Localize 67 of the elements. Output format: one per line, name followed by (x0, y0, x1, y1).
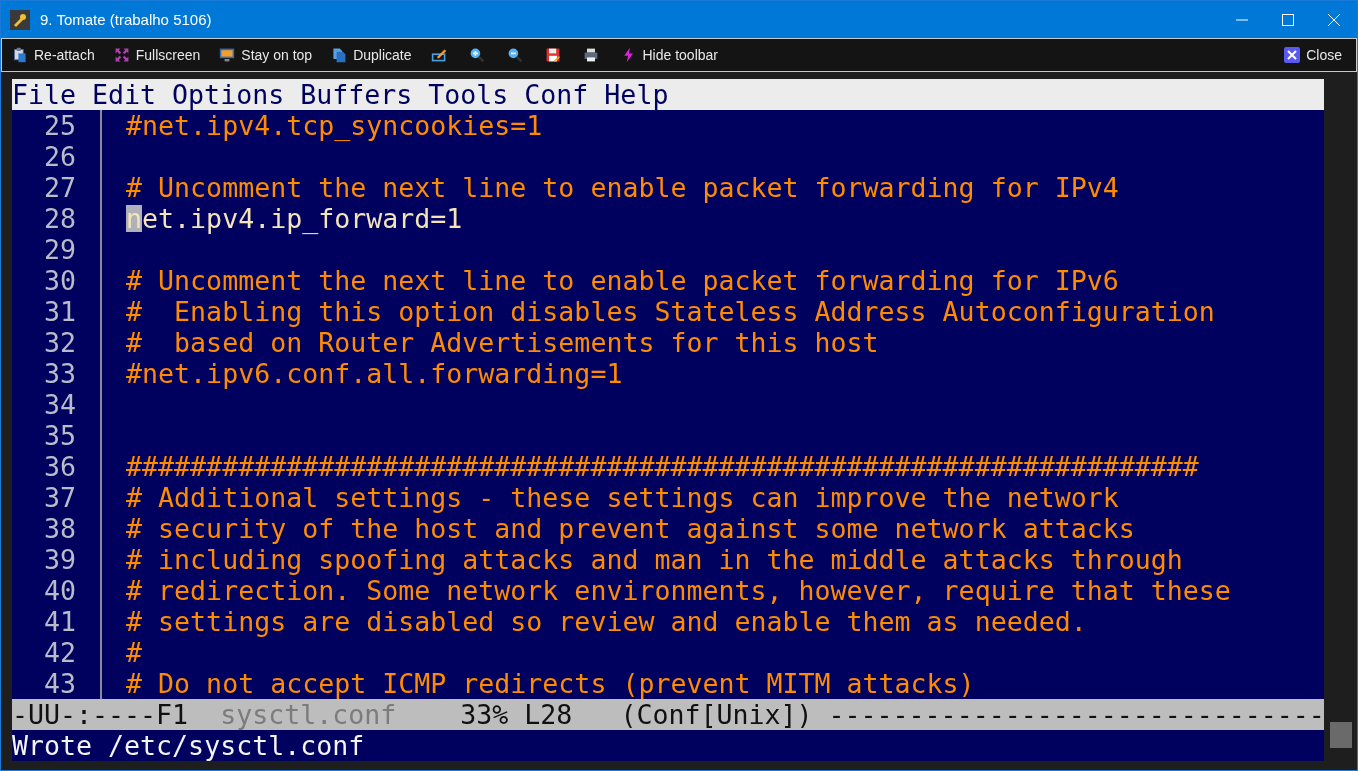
clipboard-icon (12, 46, 28, 64)
line-number: 25 (43, 110, 77, 141)
line-number: 35 (43, 420, 77, 451)
line-number: 34 (43, 389, 77, 420)
zoom-in-icon[interactable] (468, 46, 485, 64)
line-number: 42 (43, 637, 77, 668)
menu-item[interactable]: Help (604, 79, 669, 110)
line-number: 28 (43, 203, 77, 234)
echo-area-message: Wrote /etc/sysctl.conf (12, 730, 1324, 761)
line-number: 26 (43, 141, 77, 172)
line-number: 43 (43, 668, 77, 699)
line-number: 38 (43, 513, 77, 544)
code-line: # Uncomment the next line to enable packet forwarding for IPv6 (126, 265, 1119, 296)
close-icon (1328, 13, 1340, 26)
line-number: 40 (43, 575, 77, 606)
code-line: # settings are disabled so review and enable them as needed. (126, 606, 1087, 637)
code-line: # Enabling this option disables Stateless Address Autoconfiguration (126, 296, 1215, 327)
code-line: # Uncomment the next line to enable packet forwarding for IPv4 (126, 172, 1119, 203)
line-number: 29 (43, 234, 77, 265)
menu-item[interactable]: File (12, 79, 77, 110)
floppy-disk-icon[interactable] (544, 46, 561, 64)
buffer-status: -UU-:----F1 (12, 699, 189, 730)
menu-item[interactable]: Options (172, 79, 285, 110)
scrollbar-thumb[interactable] (1330, 722, 1352, 748)
code-line: # (126, 637, 143, 668)
line-number: 33 (43, 358, 77, 389)
code-line: # redirection. Some network environments, however, require that these (126, 575, 1231, 606)
documents-icon (331, 46, 348, 64)
pencil-icon[interactable] (430, 46, 447, 64)
menu-item[interactable]: Buffers (300, 79, 413, 110)
code-line: # including spoofing attacks and man in the middle attacks through (126, 544, 1183, 575)
code-line: # Do not accept ICMP redirects (prevent MITM attacks) (126, 668, 975, 699)
mode-line-fill: ------------------------------- (828, 699, 1325, 730)
toolbar-button[interactable]: Re-attach (12, 46, 95, 64)
line-number: 27 (43, 172, 77, 203)
code-line: # based on Router Advertisements for this host (126, 327, 879, 358)
menu-item[interactable]: Conf (524, 79, 589, 110)
app-icon (10, 9, 30, 30)
cursor-position: 33% L28 (460, 699, 573, 730)
line-number: 36 (43, 451, 77, 482)
code-line: # security of the host and prevent against some network attacks (126, 513, 1135, 544)
close-icon (1284, 46, 1301, 64)
maximize-icon (1282, 13, 1294, 26)
menu-item[interactable]: Edit (92, 79, 157, 110)
code-line: ################################################################### (126, 451, 1199, 482)
monitor-icon (219, 46, 236, 64)
toolbar-button[interactable]: Fullscreen (113, 46, 201, 64)
line-number: 31 (43, 296, 77, 327)
code-line: #net.ipv6.conf.all.forwarding=1 (126, 358, 623, 389)
code-line: # Additional settings - these settings can improve the network (126, 482, 1119, 513)
line-number: 39 (43, 544, 77, 575)
major-mode: (Conf[Unix]) (620, 699, 813, 730)
toolbar-button[interactable]: Duplicate (331, 46, 412, 64)
menu-item[interactable]: Tools (428, 79, 509, 110)
printer-icon[interactable] (582, 46, 599, 64)
line-number: 32 (43, 327, 77, 358)
line-number: 41 (43, 606, 77, 637)
close-toolbar-button[interactable]: Close (1284, 46, 1342, 64)
toolbar-button[interactable]: Stay on top (219, 46, 313, 64)
line-number: 37 (43, 482, 77, 513)
toolbar-button[interactable]: Hide toolbar (620, 46, 718, 64)
fullscreen-icon (113, 46, 130, 64)
code-line: #net.ipv4.tcp_syncookies=1 (126, 110, 543, 141)
line-number: 30 (43, 265, 77, 296)
buffer-name: sysctl.conf (220, 699, 397, 730)
window-title: 9. Tomate (trabalho 5106) (40, 11, 213, 28)
zoom-out-icon[interactable] (506, 46, 523, 64)
